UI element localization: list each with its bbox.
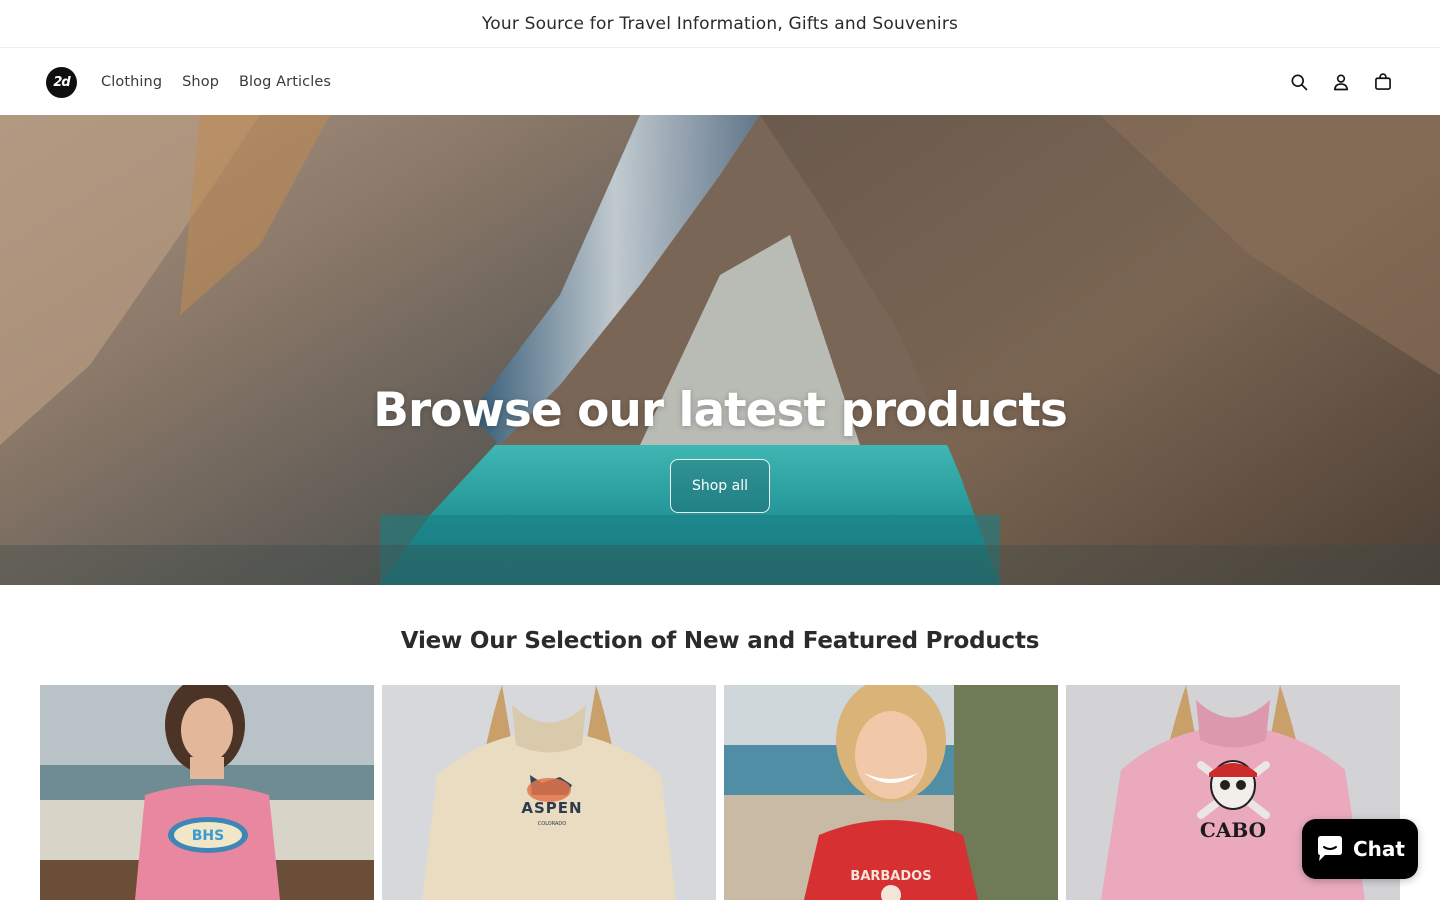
nav-blog-articles[interactable]: Blog Articles	[239, 74, 331, 90]
chat-button[interactable]: Chat	[1302, 819, 1418, 879]
chat-label: Chat	[1353, 837, 1405, 861]
search-icon[interactable]	[1288, 71, 1310, 93]
product-print-subtext: COLORADO	[538, 821, 567, 827]
product-image: BHS	[40, 685, 374, 900]
main-nav: Clothing Shop Blog Articles	[101, 74, 351, 90]
announcement-bar: Your Source for Travel Information, Gift…	[0, 0, 1440, 48]
product-print-text: CABO	[1200, 818, 1266, 842]
site-header: 2d Clothing Shop Blog Articles	[0, 49, 1440, 115]
product-card[interactable]: ASPEN COLORADO	[382, 685, 716, 900]
hero-banner: Browse our latest products Shop all	[0, 115, 1440, 585]
product-print-text: BARBADOS	[850, 869, 931, 884]
hero-image	[0, 115, 1440, 585]
product-print-text: BHS	[192, 828, 224, 844]
product-image: ASPEN COLORADO	[382, 685, 716, 900]
header-icons	[1268, 71, 1394, 93]
site-logo[interactable]: 2d	[46, 66, 77, 98]
product-image: BARBADOS	[724, 685, 1058, 900]
nav-clothing[interactable]: Clothing	[101, 74, 162, 90]
account-icon[interactable]	[1330, 71, 1352, 93]
nav-shop[interactable]: Shop	[182, 74, 219, 90]
cart-icon[interactable]	[1372, 71, 1394, 93]
shop-all-button[interactable]: Shop all	[670, 459, 770, 513]
hero-title: Browse our latest products	[373, 383, 1068, 438]
chat-bubble-icon	[1318, 836, 1342, 861]
announcement-text: Your Source for Travel Information, Gift…	[481, 13, 959, 34]
logo-text: 2d	[53, 74, 70, 90]
featured-section-title: View Our Selection of New and Featured P…	[400, 628, 1040, 654]
product-print-text: ASPEN	[521, 799, 582, 817]
product-card[interactable]: BHS	[40, 685, 374, 900]
product-card[interactable]: BARBADOS	[724, 685, 1058, 900]
product-grid: BHS ASPEN COLORADO BARBADOS CABO	[40, 685, 1400, 900]
